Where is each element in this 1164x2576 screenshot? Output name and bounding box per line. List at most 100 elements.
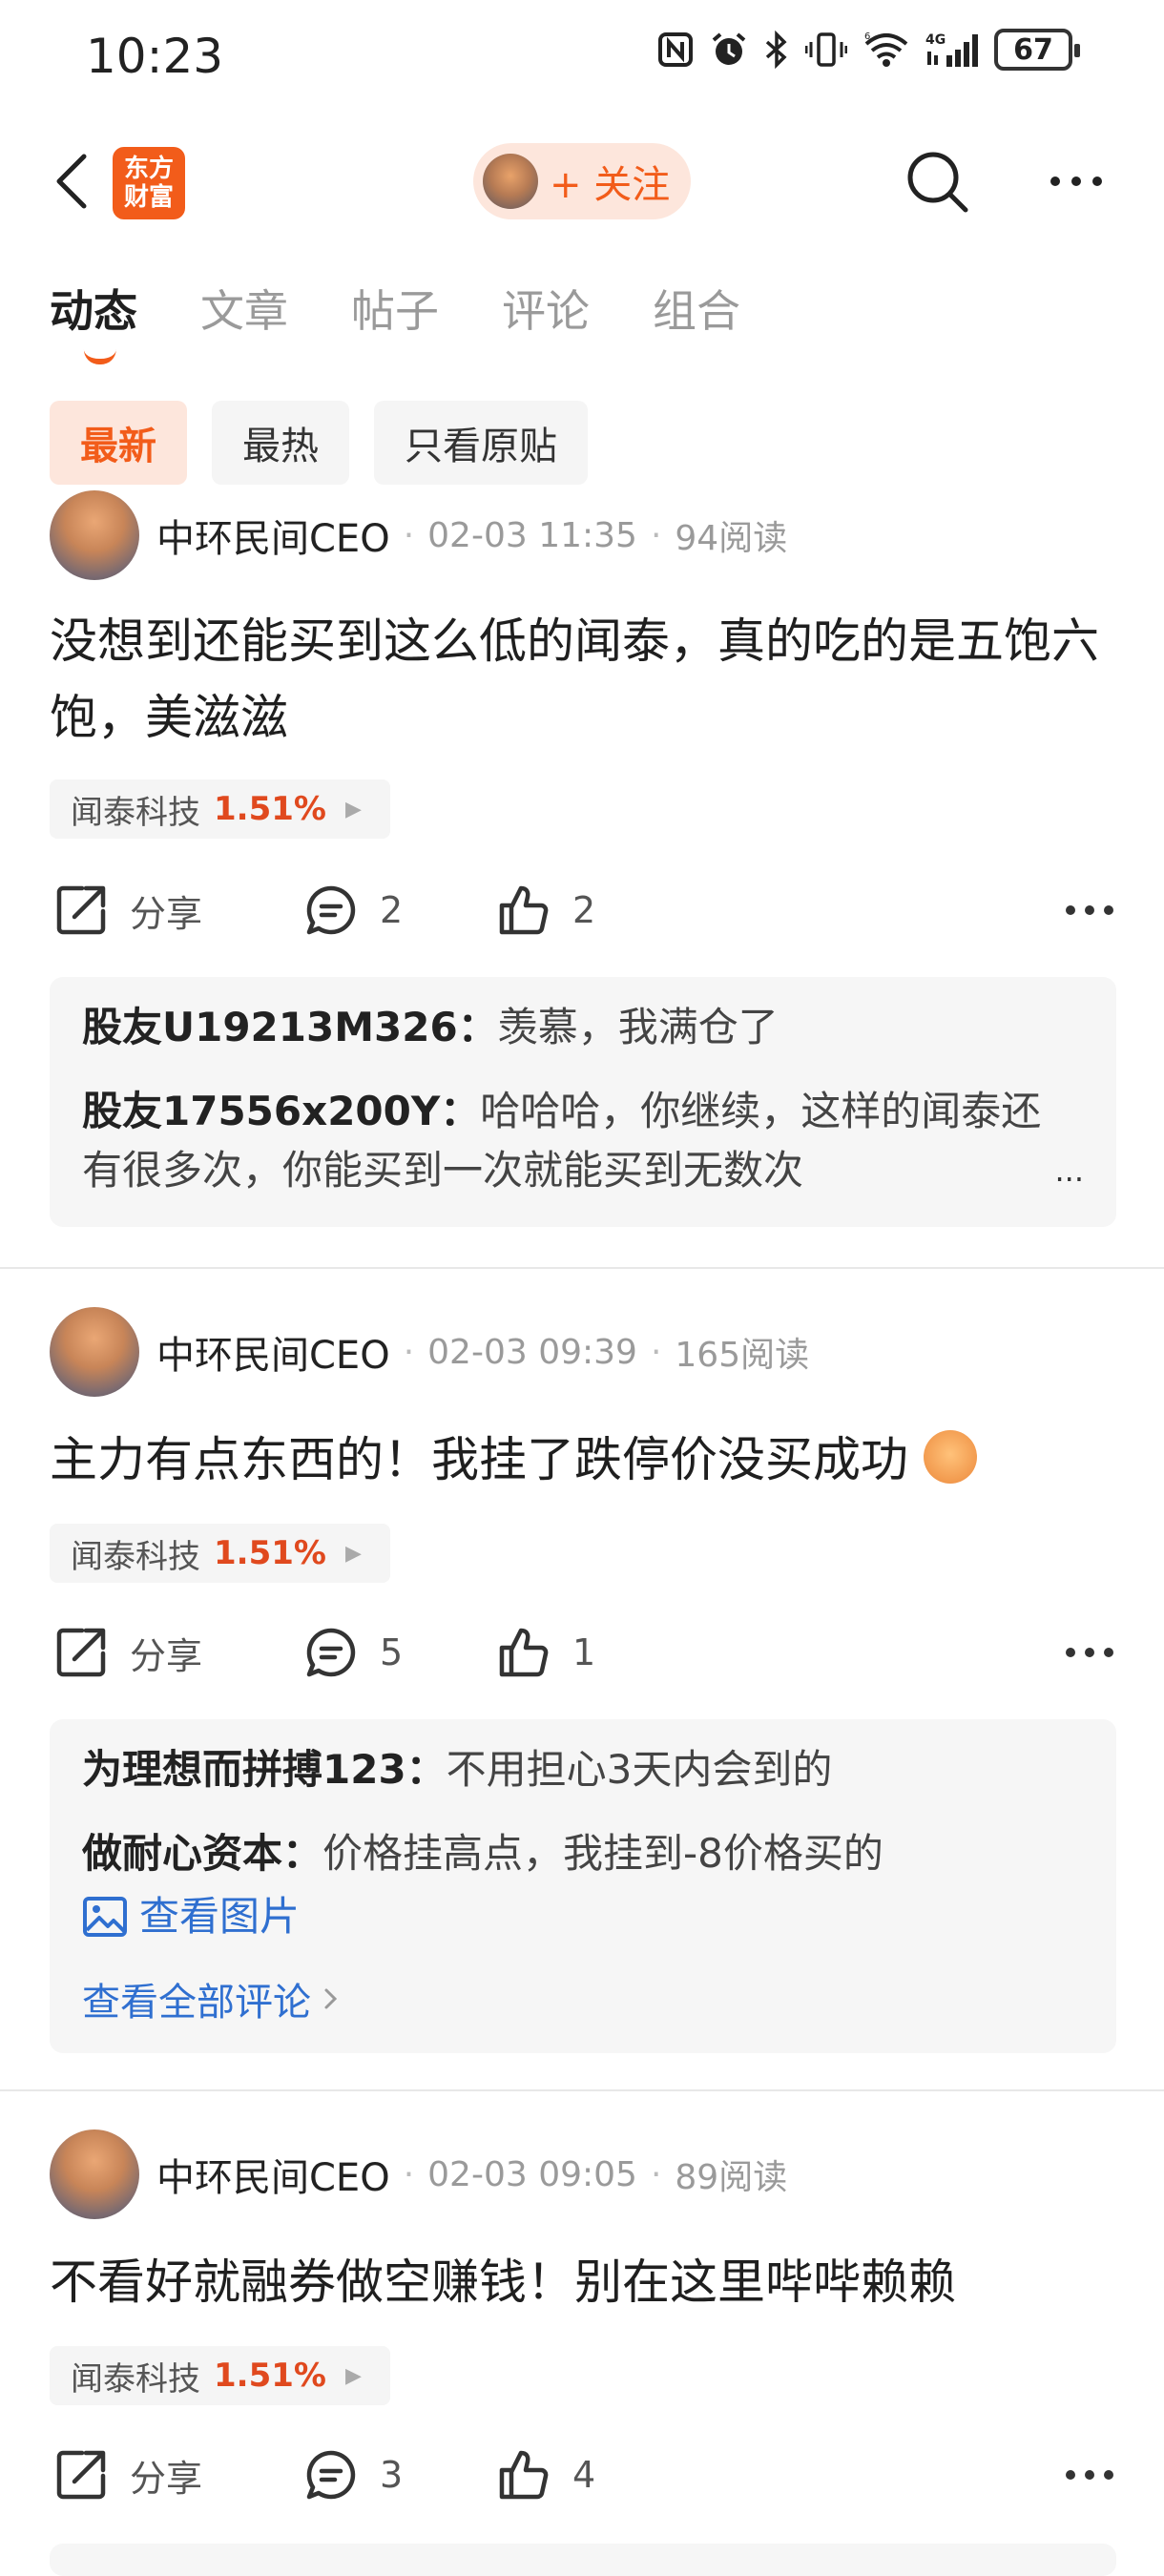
more-options-icon[interactable] — [1061, 887, 1118, 933]
like-count: 1 — [572, 1631, 596, 1673]
like-count: 4 — [572, 2454, 596, 2496]
tab-articles[interactable]: 文章 — [200, 277, 288, 340]
like-button[interactable]: 4 — [496, 2437, 595, 2513]
comment-icon — [306, 1628, 356, 1677]
comment-item[interactable]: 做耐心资本：价格挂高点，我挂到-8价格买的 查看图片 — [82, 1824, 1084, 1946]
meta-separator: · — [650, 2154, 662, 2194]
post-meta: 中环民间CEO · 02-03 11:35 · 94阅读 — [50, 490, 787, 580]
more-options-icon[interactable] — [1061, 1630, 1118, 1675]
wifi-icon: 6 — [864, 31, 908, 67]
vibrate-icon — [805, 32, 847, 67]
comment-button[interactable]: 5 — [303, 1614, 403, 1691]
bluetooth-icon — [765, 31, 787, 69]
comment-button[interactable]: 3 — [303, 2437, 403, 2513]
share-button[interactable]: 分享 — [53, 872, 202, 948]
nfc-icon — [658, 32, 693, 67]
comment-button[interactable]: 2 — [303, 872, 403, 948]
chevron-right-icon: ▶ — [344, 1541, 362, 1566]
share-button[interactable]: 分享 — [53, 1614, 202, 1691]
comment-text: 价格挂高点，我挂到-8价格买的 — [322, 1830, 883, 1877]
thumbs-up-icon — [499, 1628, 549, 1677]
more-options-icon[interactable] — [1061, 2452, 1118, 2498]
filter-hottest[interactable]: 最热 — [212, 401, 349, 485]
stock-tag[interactable]: 闻泰科技 1.51% ▶ — [50, 779, 390, 839]
share-icon — [56, 2450, 106, 2500]
thumbs-up-icon — [499, 2450, 549, 2500]
status-time: 10:23 — [86, 29, 224, 84]
filter-original-only[interactable]: 只看原贴 — [374, 401, 588, 485]
comment-preview[interactable] — [50, 2544, 1116, 2576]
battery-indicator: 67 — [994, 29, 1080, 71]
read-count: 165阅读 — [675, 1336, 810, 1375]
app-logo: 东方 财富 — [113, 147, 185, 219]
commenter-name[interactable]: 股友U19213M326： — [82, 1004, 498, 1050]
stock-name: 闻泰科技 — [71, 2359, 200, 2399]
follow-button[interactable]: + 关注 — [473, 143, 691, 219]
stock-change: 1.51% — [214, 790, 326, 828]
commenter-name[interactable]: 股友17556x200Y： — [82, 1088, 480, 1134]
stock-tag[interactable]: 闻泰科技 1.51% ▶ — [50, 1524, 390, 1583]
share-button[interactable]: 分享 — [53, 2437, 202, 2513]
post-datetime: 02-03 11:35 — [427, 515, 637, 555]
comment-icon — [306, 885, 356, 935]
author-name[interactable]: 中环民间CEO — [156, 2147, 390, 2202]
post-datetime: 02-03 09:39 — [427, 1332, 637, 1372]
post-divider — [0, 1267, 1164, 1269]
comment-item[interactable]: 股友17556x200Y：哈哈哈，你继续，这样的闻泰还有很多次，你能买到一次就能… — [82, 1082, 1084, 1200]
author-avatar[interactable] — [50, 1307, 139, 1397]
avatar — [483, 154, 538, 209]
view-image-link[interactable]: 查看图片 — [82, 1887, 1084, 1946]
4g-signal-icon: 4G — [925, 32, 978, 67]
comment-preview[interactable]: 为理想而拼搏123：不用担心3天内会到的 做耐心资本：价格挂高点，我挂到-8价格… — [50, 1719, 1116, 2053]
comment-item[interactable]: 为理想而拼搏123：不用担心3天内会到的 — [82, 1740, 1084, 1799]
tab-comments[interactable]: 评论 — [502, 277, 590, 340]
post-meta: 中环民间CEO · 02-03 09:05 · 89阅读 — [50, 2129, 787, 2219]
post-text[interactable]: 主力有点东西的！我挂了跌停价没买成功 — [50, 1422, 1128, 1498]
post-meta: 中环民间CEO · 02-03 09:39 · 165阅读 — [50, 1307, 809, 1397]
post-text-content: 主力有点东西的！我挂了跌停价没买成功 — [50, 1432, 908, 1487]
follow-label: + 关注 — [550, 163, 671, 207]
back-arrow-icon[interactable] — [46, 151, 103, 212]
post-text[interactable]: 没想到还能买到这么低的闻泰，真的吃的是五饱六饱，美滋滋 — [50, 603, 1128, 756]
post-actions: 分享 3 4 — [50, 2437, 1118, 2513]
image-icon — [83, 1897, 127, 1937]
commenter-name[interactable]: 为理想而拼搏123： — [82, 1746, 447, 1793]
author-name[interactable]: 中环民间CEO — [156, 508, 390, 563]
tab-dynamics[interactable]: 动态 — [50, 277, 137, 340]
meta-separator: · — [403, 515, 415, 555]
comment-text: 不用担心3天内会到的 — [446, 1746, 833, 1793]
read-count: 89阅读 — [675, 2158, 788, 2197]
share-icon — [56, 885, 106, 935]
comment-count: 2 — [380, 889, 404, 931]
meta-separator: · — [650, 515, 662, 555]
content-tabs: 动态 文章 帖子 评论 组合 — [50, 277, 803, 340]
comment-preview[interactable]: 股友U19213M326：羡慕，我满仓了 股友17556x200Y：哈哈哈，你继… — [50, 977, 1116, 1227]
commenter-name[interactable]: 做耐心资本： — [82, 1830, 322, 1877]
author-avatar[interactable] — [50, 490, 139, 580]
meta-separator: · — [403, 2154, 415, 2194]
chevron-right-icon: ▶ — [344, 2363, 362, 2388]
view-all-comments-link[interactable]: 查看全部评论 — [82, 1971, 1084, 2026]
meta-separator: · — [403, 1332, 415, 1372]
tab-posts[interactable]: 帖子 — [351, 277, 439, 340]
more-options-icon[interactable] — [1046, 155, 1107, 208]
status-icons: 6 4G 67 — [656, 29, 1080, 71]
tab-portfolio[interactable]: 组合 — [653, 277, 740, 340]
logo-line-2: 财富 — [123, 183, 174, 212]
filter-latest[interactable]: 最新 — [50, 401, 187, 485]
stock-name: 闻泰科技 — [71, 793, 200, 832]
like-button[interactable]: 2 — [496, 872, 595, 948]
post-actions: 分享 5 1 — [50, 1614, 1118, 1691]
post-text[interactable]: 不看好就融券做空赚钱！别在这里哔哔赖赖 — [50, 2244, 1128, 2320]
author-name[interactable]: 中环民间CEO — [156, 1324, 390, 1380]
logo-line-1: 东方 — [123, 155, 174, 183]
status-bar: 10:23 6 4G 67 — [0, 0, 1164, 114]
stock-tag[interactable]: 闻泰科技 1.51% ▶ — [50, 2346, 390, 2405]
author-avatar[interactable] — [50, 2129, 139, 2219]
like-button[interactable]: 1 — [496, 1614, 595, 1691]
comment-item[interactable]: 股友U19213M326：羡慕，我满仓了 — [82, 998, 1084, 1057]
share-icon — [56, 1628, 106, 1677]
post-divider — [0, 2089, 1164, 2091]
search-icon[interactable] — [903, 147, 971, 216]
svg-text:4G: 4G — [925, 32, 946, 48]
